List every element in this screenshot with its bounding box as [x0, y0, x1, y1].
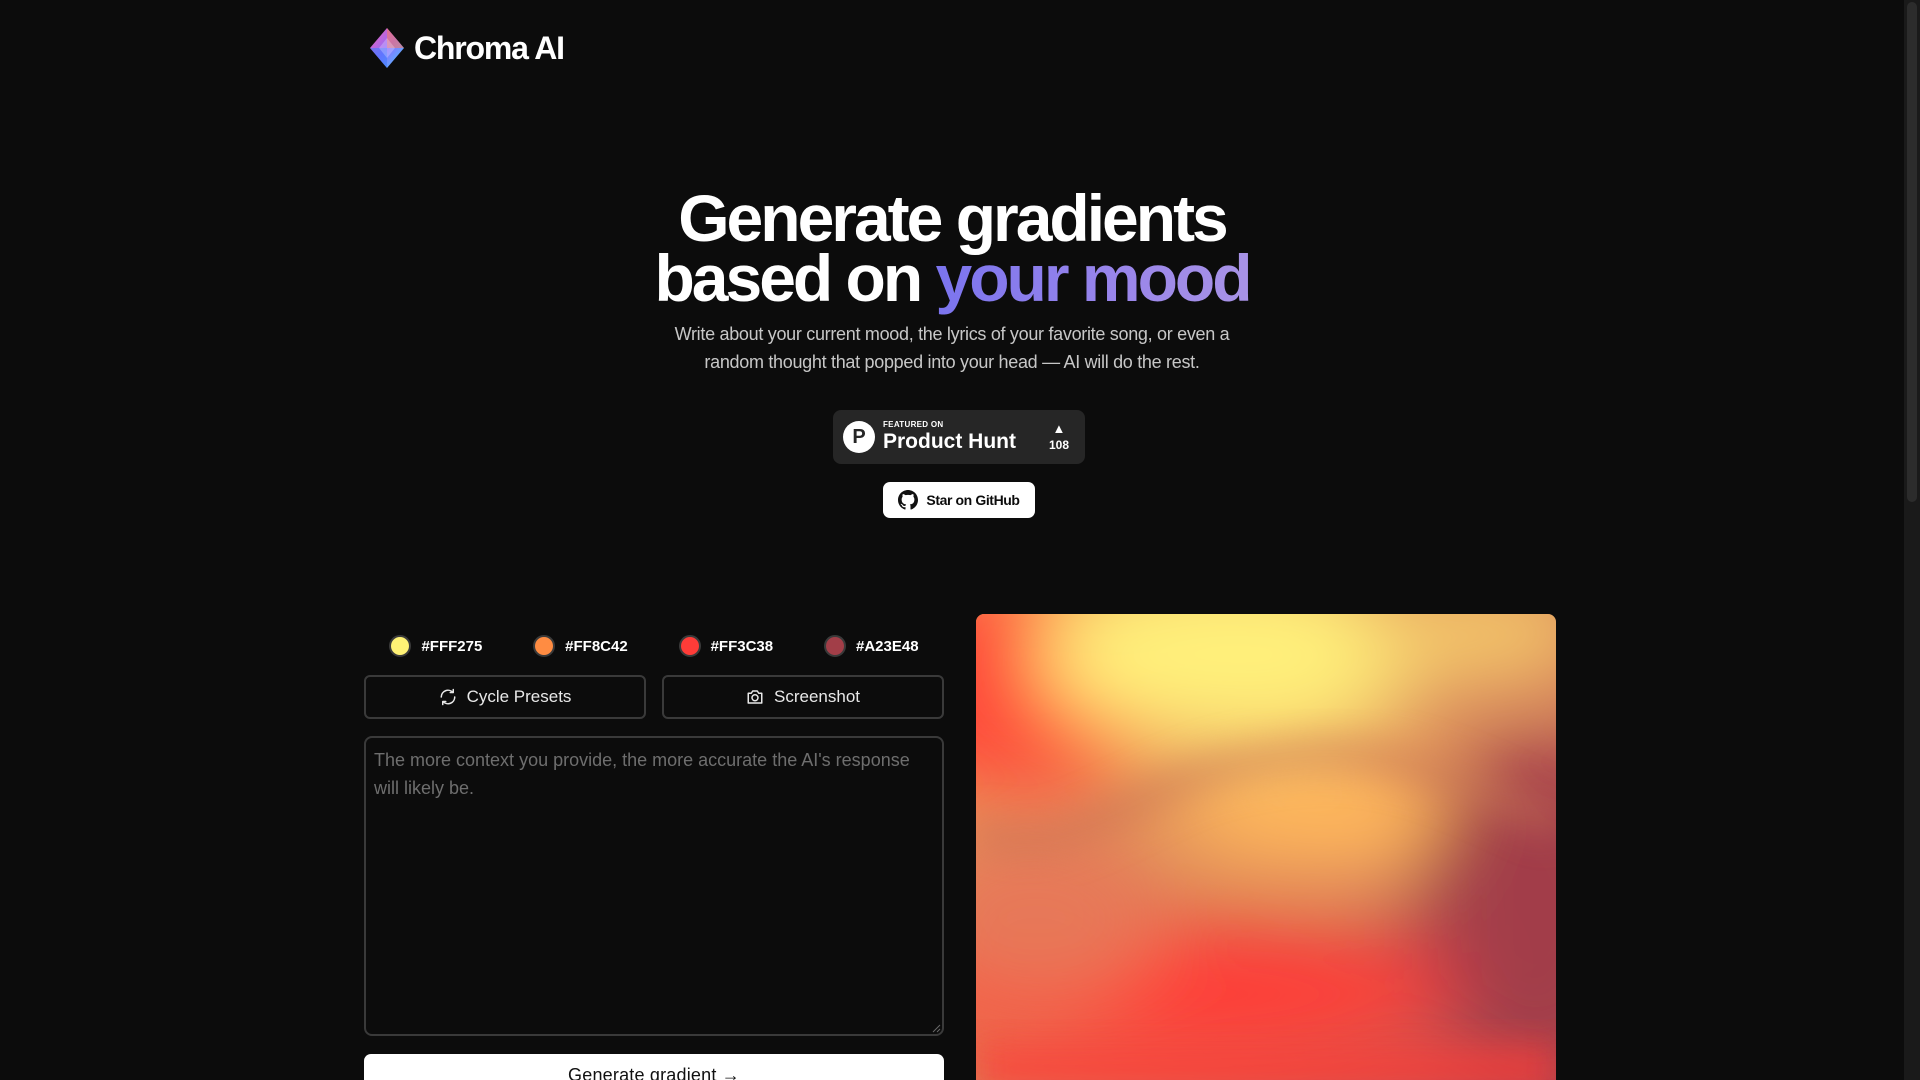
camera-icon	[747, 690, 763, 704]
hero-title: Generate gradients based on your mood	[0, 185, 1904, 311]
swatch-dot	[823, 635, 846, 657]
brand-name[interactable]: Chroma AI	[414, 30, 565, 67]
mood-prompt-textarea[interactable]	[364, 736, 944, 1036]
swatch-dot	[533, 635, 556, 657]
swatch-hex: #FF8C42	[565, 637, 628, 655]
scrollbar-thumb[interactable]	[1907, 2, 1917, 502]
product-hunt-logo-icon: P	[843, 421, 875, 453]
generate-gradient-button[interactable]: Generate gradient →	[364, 1054, 944, 1080]
palette-swatches: #FFF275 #FF8C42 #FF3C38 #A23E48	[364, 634, 944, 658]
swatch-dot	[678, 635, 701, 657]
star-on-github-button[interactable]: Star on GitHub	[883, 482, 1035, 518]
hero-section: Generate gradients based on your mood Wr…	[0, 185, 1904, 376]
gradient-preview	[976, 614, 1556, 1080]
product-hunt-name: Product Hunt	[883, 430, 1016, 453]
cycle-presets-label: Cycle Presets	[466, 687, 572, 706]
color-swatch[interactable]: #FFF275	[389, 635, 482, 657]
product-hunt-featured-label: FEATURED ON	[883, 420, 944, 429]
swatch-hex: #A23E48	[855, 637, 919, 655]
cycle-presets-button[interactable]: Cycle Presets	[364, 675, 646, 719]
scrollbar-track[interactable]	[1904, 0, 1920, 1080]
product-hunt-vote-count: 108	[1048, 438, 1069, 452]
triangle-up-icon: ▲	[1052, 421, 1066, 436]
github-button-label: Star on GitHub	[926, 492, 1020, 508]
resize-handle-icon[interactable]	[932, 1024, 941, 1033]
color-swatch[interactable]: #FF8C42	[533, 635, 628, 657]
swatch-hex: #FF3C38	[710, 637, 774, 655]
swatch-dot	[389, 635, 412, 657]
diamond-logo-icon[interactable]	[368, 26, 406, 70]
screenshot-label: Screenshot	[774, 687, 860, 706]
color-swatch[interactable]: #FF3C38	[678, 635, 774, 657]
product-hunt-votes: ▲ 108	[1049, 422, 1069, 452]
hero-subtitle: Write about your current mood, the lyric…	[674, 324, 1230, 372]
navbar: Chroma AI	[368, 26, 565, 70]
refresh-icon	[440, 688, 456, 706]
product-hunt-text: FEATURED ON Product Hunt	[883, 420, 1016, 454]
swatch-hex: #FFF275	[421, 637, 483, 655]
hero-title-line2: based on	[654, 241, 936, 315]
color-swatch[interactable]: #A23E48	[823, 635, 919, 657]
github-icon	[898, 490, 919, 510]
product-hunt-badge[interactable]: P FEATURED ON Product Hunt ▲ 108	[833, 410, 1085, 464]
hero-title-accent: your mood	[935, 241, 1253, 315]
screenshot-button[interactable]: Screenshot	[662, 675, 944, 719]
